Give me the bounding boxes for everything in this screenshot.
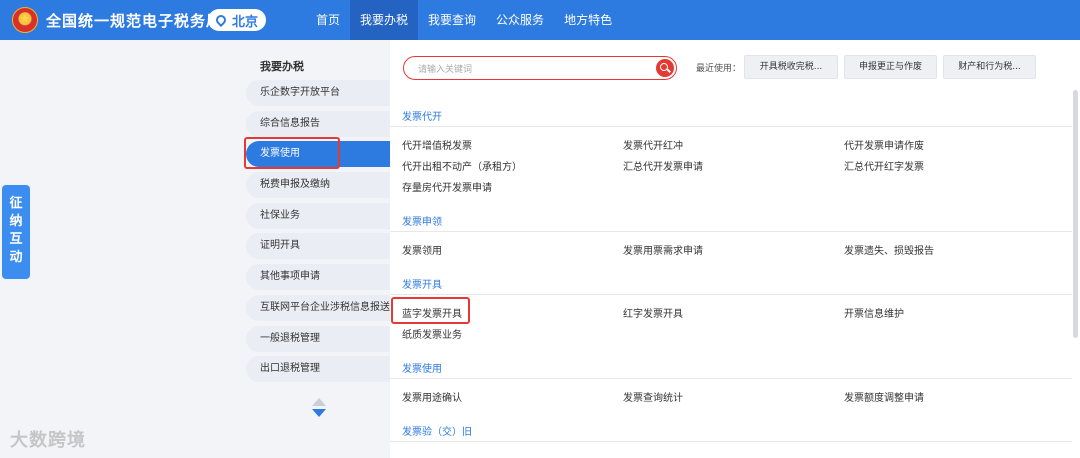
- link-invoice-query-stats[interactable]: 发票查询统计: [623, 389, 683, 404]
- nav-public-service[interactable]: 公众服务: [486, 0, 554, 40]
- top-header: 全国统一规范电子税务局 北京 首页 我要办税 我要查询 公众服务 地方特色: [0, 0, 1080, 40]
- link-agency-summary-red[interactable]: 汇总代开红字发票: [844, 158, 924, 173]
- section-divider: [390, 231, 1072, 232]
- recent-label: 最近使用：: [696, 64, 742, 74]
- scroll-up-icon[interactable]: [312, 398, 326, 406]
- link-invoice-demand[interactable]: 发票用票需求申请: [623, 242, 703, 257]
- section-title-invoice-verify: 发票验（交）旧: [402, 427, 472, 438]
- site-title: 全国统一规范电子税务局: [46, 12, 223, 30]
- sidebar-item-general-refund[interactable]: 一般退税管理: [246, 326, 390, 352]
- section-divider: [390, 294, 1072, 295]
- section-divider: [390, 378, 1072, 379]
- sidebar-item-leqi-platform[interactable]: 乐企数字开放平台: [246, 80, 390, 106]
- sidebar: 我要办税 乐企数字开放平台 综合信息报告 发票使用 税费申报及缴纳 社保业务 证…: [246, 40, 390, 458]
- search-box[interactable]: 请输入关键词: [403, 56, 677, 80]
- link-invoice-loss-report[interactable]: 发票遗失、损毁报告: [844, 242, 934, 257]
- sidebar-item-tax-filing[interactable]: 税费申报及缴纳: [246, 172, 390, 198]
- section-title-invoice-issue: 发票开具: [402, 280, 442, 291]
- search-icon[interactable]: [656, 59, 674, 77]
- sidebar-item-other-requests[interactable]: 其他事项申请: [246, 264, 390, 290]
- section-title-invoice-use: 发票使用: [402, 364, 442, 375]
- interaction-float-label: 征纳互动: [9, 196, 23, 265]
- recent-item-tax-certificate[interactable]: 开具税收完税...: [744, 55, 838, 79]
- section-divider: [390, 126, 1072, 127]
- search-input[interactable]: 请输入关键词: [418, 62, 472, 75]
- main-panel: 请输入关键词 最近使用： 开具税收完税... 申报更正与作废 财产和行为税...…: [390, 40, 1080, 458]
- sidebar-highlight-box: [244, 137, 340, 169]
- link-agency-cancel[interactable]: 代开发票申请作废: [844, 137, 924, 152]
- link-invoice-info-maintain[interactable]: 开票信息维护: [844, 305, 904, 320]
- nav-local-features[interactable]: 地方特色: [554, 0, 622, 40]
- link-agency-existing-house[interactable]: 存量房代开发票申请: [402, 179, 492, 194]
- sidebar-item-social-insurance[interactable]: 社保业务: [246, 203, 390, 229]
- section-title-invoice-apply: 发票申领: [402, 217, 442, 228]
- scrollbar[interactable]: [1073, 90, 1078, 338]
- region-selector[interactable]: 北京: [208, 9, 266, 31]
- nav-query[interactable]: 我要查询: [418, 0, 486, 40]
- watermark: 大数跨境: [10, 430, 86, 451]
- sidebar-item-export-refund[interactable]: 出口退税管理: [246, 356, 390, 382]
- link-invoice-collect[interactable]: 发票领用: [402, 242, 442, 257]
- region-label: 北京: [232, 14, 259, 30]
- sidebar-heading: 我要办税: [260, 60, 304, 73]
- sidebar-item-platform-report[interactable]: 互联网平台企业涉税信息报送: [246, 295, 390, 321]
- tax-emblem-icon: [12, 7, 38, 33]
- main-nav: 首页 我要办税 我要查询 公众服务 地方特色: [306, 0, 622, 40]
- nav-home[interactable]: 首页: [306, 0, 350, 40]
- link-agency-red-reversal[interactable]: 发票代开红冲: [623, 137, 683, 152]
- link-agency-summary[interactable]: 汇总代开发票申请: [623, 158, 703, 173]
- sidebar-item-certificate[interactable]: 证明开具: [246, 233, 390, 259]
- recent-item-filing-correction[interactable]: 申报更正与作废: [844, 55, 937, 79]
- link-highlight-box: [391, 297, 470, 324]
- scroll-down-icon[interactable]: [312, 409, 326, 417]
- link-agency-rental[interactable]: 代开出租不动产（承租方）: [402, 158, 522, 173]
- nav-tax-handling[interactable]: 我要办税: [350, 0, 419, 40]
- sidebar-item-info-report[interactable]: 综合信息报告: [246, 111, 390, 137]
- link-agency-vat-invoice[interactable]: 代开增值税发票: [402, 137, 472, 152]
- location-pin-icon: [213, 12, 229, 28]
- link-invoice-quota-adjust[interactable]: 发票额度调整申请: [844, 389, 924, 404]
- link-invoice-purpose-confirm[interactable]: 发票用途确认: [402, 389, 462, 404]
- link-red-invoice-issue[interactable]: 红字发票开具: [623, 305, 683, 320]
- recent-item-property-tax[interactable]: 财产和行为税...: [943, 55, 1036, 79]
- link-paper-invoice[interactable]: 纸质发票业务: [402, 326, 462, 341]
- section-divider: [390, 441, 1072, 442]
- section-title-invoice-agency: 发票代开: [402, 112, 442, 123]
- interaction-float-tab[interactable]: 征纳互动: [2, 185, 30, 279]
